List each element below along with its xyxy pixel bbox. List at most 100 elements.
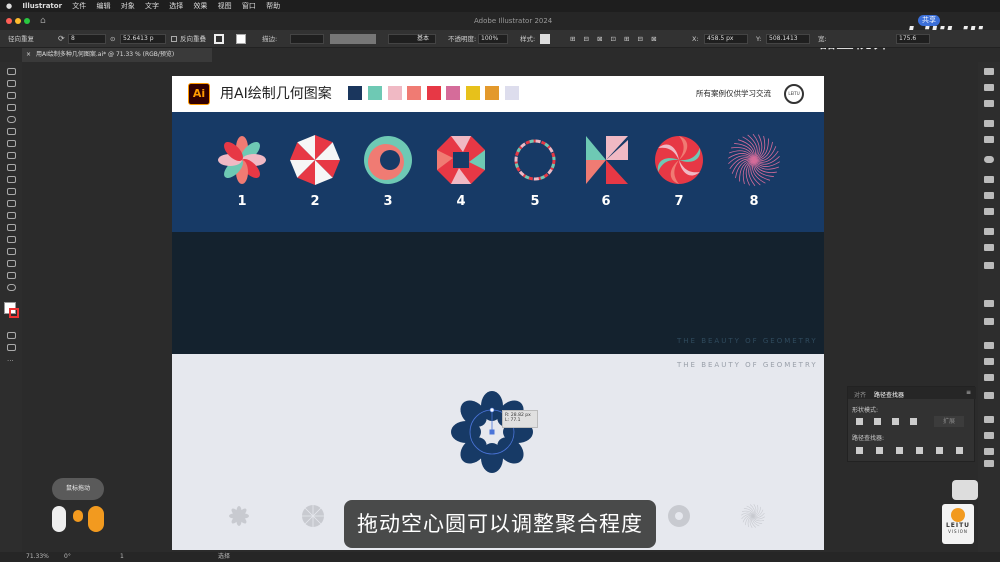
libraries-panel-icon[interactable] [984,84,994,91]
style-swatch[interactable] [540,34,550,44]
artboard[interactable]: Ai 用AI绘制几何图案 所有案例仅供学习交流 LEITU 1 2 3 4 5 … [172,76,824,550]
minimize-window-button[interactable] [15,18,21,24]
gradient-panel-icon[interactable] [984,460,994,467]
brushes-panel-icon[interactable] [984,416,994,423]
swatches-panel-icon[interactable] [984,392,994,399]
paragraph-panel-icon[interactable] [984,192,994,199]
properties-panel-icon[interactable] [984,68,994,75]
tab-pathfinder[interactable]: 路径查找器 [874,390,904,399]
trim-button[interactable] [876,447,883,454]
ellipse-tool-icon[interactable] [7,116,16,123]
direct-selection-tool-icon[interactable] [7,80,16,87]
minus-back-button[interactable] [956,447,963,454]
close-tab-icon[interactable]: × [26,48,31,62]
transform-panel-icon[interactable] [984,244,994,251]
scissors-tool-icon[interactable] [7,176,16,183]
eraser-tool-icon[interactable] [7,164,16,171]
graphic-styles-panel-icon[interactable] [984,448,994,455]
minus-front-button[interactable] [874,418,881,425]
outline-button[interactable] [936,447,943,454]
stroke-panel-icon[interactable] [984,374,994,381]
menu-type[interactable]: 文字 [145,2,159,10]
links-panel-icon[interactable] [984,228,994,235]
line-tool-icon[interactable] [7,128,16,135]
play-panel-icon[interactable] [984,136,994,143]
count-field[interactable]: 8 [68,34,106,44]
menu-view[interactable]: 视图 [218,2,232,10]
appearance-panel-icon[interactable] [984,262,994,269]
zoom-level[interactable]: 71.33% [26,552,49,562]
actions-panel-icon[interactable] [984,120,994,127]
symbol-tool-icon[interactable] [7,236,16,243]
x-field[interactable]: 458.5 px [704,34,748,44]
divide-button[interactable] [856,447,863,454]
petal-flower-icon[interactable] [216,134,268,186]
pen-tool-icon[interactable] [7,92,16,99]
expand-button[interactable]: 扩展 [934,416,964,427]
menu-select[interactable]: 选择 [169,2,183,10]
variable-width-field[interactable] [330,34,376,44]
maximize-window-button[interactable] [24,18,30,24]
align-icons[interactable]: ⊞ ⊟ ⊠ ⊡ ⊞ ⊟ ⊠ [570,30,660,48]
stroke-field[interactable] [290,34,324,44]
zoom-tool-icon[interactable] [7,284,16,291]
crop-button[interactable] [916,447,923,454]
symbols-panel-icon[interactable] [984,432,994,439]
draw-mode-icon[interactable] [7,332,16,339]
close-window-button[interactable] [6,18,12,24]
artboards-panel-icon[interactable] [984,318,994,325]
home-icon[interactable]: ⌂ [40,12,46,30]
more-tools-icon[interactable]: ··· [7,358,16,365]
menu-edit[interactable]: 编辑 [97,2,111,10]
merge-button[interactable] [896,447,903,454]
menu-object[interactable]: 对象 [121,2,135,10]
screen-mode-icon[interactable] [7,344,16,351]
artboard-tool-icon[interactable] [7,260,16,267]
exclude-button[interactable] [910,418,917,425]
radius-field[interactable]: 52.6413 p [120,34,166,44]
blend-tool-icon[interactable] [7,224,16,231]
tab-align[interactable]: 对齐 [854,390,866,399]
menu-help[interactable]: 帮助 [266,2,280,10]
stroke-swatch[interactable] [236,34,246,44]
opacity-field[interactable]: 100% [478,34,508,44]
menu-app[interactable]: Illustrator [22,2,62,10]
graph-tool-icon[interactable] [7,248,16,255]
octagon-aperture-icon[interactable] [435,134,487,186]
eyedropper-tool-icon[interactable] [7,212,16,219]
intersect-button[interactable] [892,418,899,425]
panel-menu-icon[interactable]: ≡ [966,389,971,396]
pinwheel-icon[interactable] [580,134,632,186]
info-panel-icon[interactable] [984,156,994,163]
w-field[interactable]: 175.6 [896,34,930,44]
layers-panel-icon[interactable] [984,100,994,107]
export-panel-icon[interactable] [984,300,994,307]
stroke-style-field[interactable]: 基本 [388,34,436,44]
unite-button[interactable] [856,418,863,425]
umbrella-wheel-icon[interactable] [289,134,341,186]
menu-effect[interactable]: 效果 [193,2,207,10]
spiral-rose-icon[interactable] [653,134,705,186]
reverse-overlap-checkbox[interactable] [171,36,177,42]
rotate-tool-icon[interactable] [7,152,16,159]
menu-window[interactable]: 窗口 [242,2,256,10]
apple-icon[interactable]: ● [6,2,12,10]
fill-swatch[interactable] [214,34,224,44]
scale-tool-icon[interactable] [7,188,16,195]
y-field[interactable]: 508.1413 [766,34,810,44]
color-panel-icon[interactable] [984,358,994,365]
line-spiral-icon[interactable] [728,134,780,186]
ring-swirl-icon[interactable] [362,134,414,186]
align-panel-icon[interactable] [984,342,994,349]
curvature-tool-icon[interactable] [7,104,16,111]
type-tool-icon[interactable] [7,140,16,147]
opentype-panel-icon[interactable] [984,208,994,215]
dashed-ring-icon[interactable] [509,134,561,186]
width-tool-icon[interactable] [7,200,16,207]
document-tab[interactable]: × 用AI绘制多种几何图案.ai* @ 71.33 % (RGB/预览) [22,48,212,62]
radial-repeat-flower[interactable] [444,384,540,480]
selection-tool-icon[interactable] [7,68,16,75]
rotation-angle[interactable]: 0° [64,552,71,562]
hand-tool-icon[interactable] [7,272,16,279]
character-panel-icon[interactable] [984,176,994,183]
